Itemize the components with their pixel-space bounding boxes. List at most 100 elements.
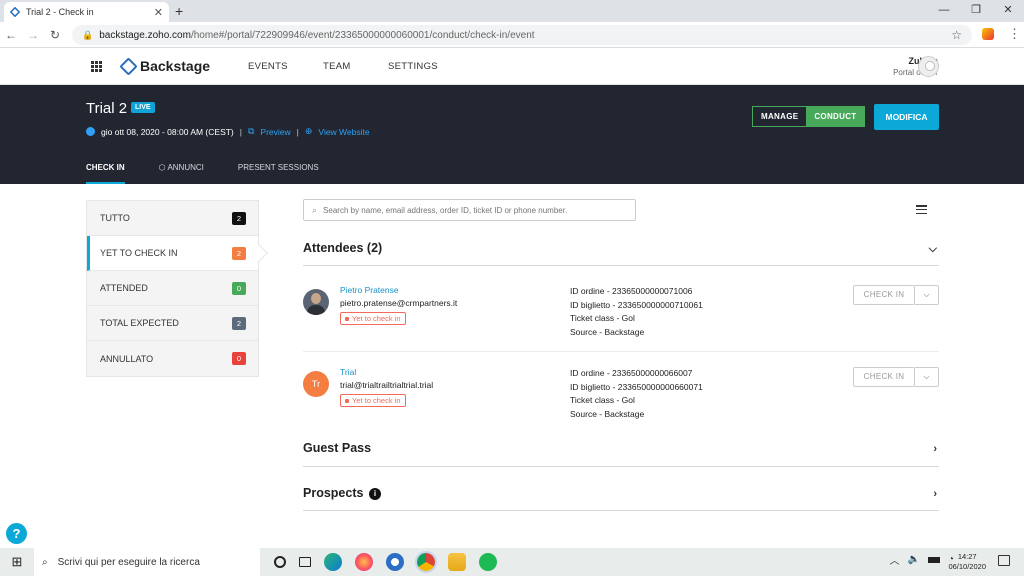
meta-separator-2: | [296,126,299,137]
ticket-source: Source - Backstage [570,326,645,337]
nav-team[interactable]: TEAM [323,61,351,72]
nav-settings[interactable]: SETTINGS [388,61,438,72]
chromium-icon[interactable] [386,553,404,571]
status-badge: Yet to check in [340,394,406,407]
back-arrow-icon[interactable]: ← [0,28,22,42]
windows-taskbar: ⊞ ⌕ Scrivi qui per eseguire la ricerca ︿… [0,548,1024,576]
taskbar-apps [274,551,497,573]
chrome-icon[interactable] [415,551,437,573]
help-button[interactable]: ? [6,523,27,544]
conduct-button[interactable]: CONDUCT [806,107,865,126]
divider [303,351,939,352]
prospects-header[interactable]: Prospects i › [303,486,939,506]
windows-start-icon[interactable]: ⊞ [0,554,34,570]
preview-link[interactable]: Preview [260,127,290,137]
attendees-header[interactable]: Attendees (2) ⌵ [303,241,939,261]
browser-menu-icon[interactable]: ⋮ [1008,26,1021,42]
attendee-email: trial@trialtrailtrialtrial.trial [340,380,434,390]
filter-label: ANNULLATO [100,353,154,364]
user-avatar[interactable] [918,56,939,77]
tab-check-in[interactable]: CHECK IN [86,163,125,184]
system-clock[interactable]: 14:27 06/10/2020 [948,552,986,572]
chevron-down-icon[interactable]: ⌵ [915,285,939,305]
filter-attended[interactable]: ATTENDED 0 [87,271,258,306]
attendee-row: Tr Trial trial@trialtrailtrialtrial.tria… [303,367,939,447]
attendee-ticket-info: ID ordine - 23365000000066007 ID bigliet… [570,367,703,421]
chevron-down-icon[interactable]: ⌵ [929,243,937,256]
backstage-favicon-icon [10,7,20,17]
bookmark-star-icon[interactable]: ☆ [951,28,962,42]
tab-annunci[interactable]: ⬡ ANNUNCI [159,163,204,184]
close-tab-icon[interactable]: ✕ [154,6,163,19]
tray-chevron-icon[interactable]: ︿ [890,552,900,567]
nav-events[interactable]: EVENTS [248,61,288,72]
count-badge: 2 [232,212,246,225]
window-controls: — ❐ ✕ [928,0,1024,22]
status-badge: Yet to check in [340,312,406,325]
attendee-email: pietro.pratense@crmpartners.it [340,298,458,308]
lock-icon: 🔒 [82,29,94,40]
attendee-name-link[interactable]: Pietro Pratense [340,285,399,295]
filter-total-expected[interactable]: TOTAL EXPECTED 2 [87,306,258,341]
spotify-icon[interactable] [479,553,497,571]
check-in-button[interactable]: CHECK IN [853,367,915,387]
hamburger-menu-icon[interactable] [916,205,927,214]
timezone-icon [86,127,95,136]
tab-present-sessions[interactable]: PRESENT SESSIONS [238,163,319,184]
status-dot-icon [345,399,349,404]
minimize-icon[interactable]: — [928,0,960,22]
task-view-icon[interactable] [299,557,311,567]
forward-arrow-icon[interactable]: → [22,28,44,42]
event-meta: gio ott 08, 2020 - 08:00 AM (CEST) | ⧉ P… [86,126,370,137]
prospects-title: Prospects [303,486,364,500]
count-badge: 2 [232,317,246,330]
notification-icon[interactable] [998,555,1010,566]
taskbar-search[interactable]: ⌕ Scrivi qui per eseguire la ricerca [34,548,260,576]
attendee-name-link[interactable]: Trial [340,367,356,377]
search-input[interactable] [323,205,624,215]
view-website-link[interactable]: View Website [318,127,369,137]
divider [303,466,939,467]
info-icon[interactable]: i [368,488,381,500]
meta-separator: | [239,126,242,137]
chevron-right-icon[interactable]: › [933,488,937,500]
modifica-button[interactable]: MODIFICA [874,104,939,130]
ticket-source: Source - Backstage [570,408,645,419]
close-window-icon[interactable]: ✕ [992,0,1024,22]
clock-date: 06/10/2020 [948,562,986,571]
edge-icon[interactable] [324,553,342,571]
filter-tutto[interactable]: TUTTO 2 [87,201,258,236]
status-text: Yet to check in [352,396,401,405]
url-field[interactable]: 🔒 backstage.zoho.com/home#/portal/722909… [72,25,972,45]
backstage-logo[interactable]: Backstage [119,56,210,76]
filter-annullato[interactable]: ANNULLATO 0 [87,341,258,376]
browser-tab[interactable]: Trial 2 - Check in ✕ [4,2,169,22]
guest-pass-header[interactable]: Guest Pass › [303,441,939,461]
manage-button[interactable]: MANAGE [753,107,807,126]
event-title: Trial 2 [86,100,128,117]
taskbar-search-text: Scrivi qui per eseguire la ricerca [57,556,200,568]
status-text: Yet to check in [352,314,401,323]
file-explorer-icon[interactable] [448,553,466,571]
filter-label: TUTTO [100,213,130,223]
check-in-button[interactable]: CHECK IN [853,285,915,305]
reload-icon[interactable]: ↻ [44,28,66,42]
chevron-down-icon[interactable]: ⌵ [915,367,939,387]
new-tab-icon[interactable]: + [175,3,183,19]
restore-icon[interactable]: ❐ [960,0,992,22]
cortana-icon[interactable] [274,556,286,568]
system-tray: ︿ 🔈 ◔ [890,552,955,567]
filter-yet-to-check-in[interactable]: YET TO CHECK IN 2 [87,236,258,271]
volume-icon[interactable]: 🔈 [908,554,920,565]
backstage-logo-icon [119,56,138,76]
filter-label: YET TO CHECK IN [100,248,178,258]
chevron-right-icon[interactable]: › [933,443,937,455]
app-grid-icon[interactable] [91,61,102,72]
preview-icon: ⧉ [247,126,255,136]
guest-pass-title: Guest Pass [303,441,372,455]
firefox-icon[interactable] [355,553,373,571]
battery-icon[interactable] [927,556,940,563]
order-id: ID ordine - 23365000000066007 [570,368,693,378]
extension-icon[interactable] [982,28,994,40]
count-badge: 0 [232,282,246,295]
